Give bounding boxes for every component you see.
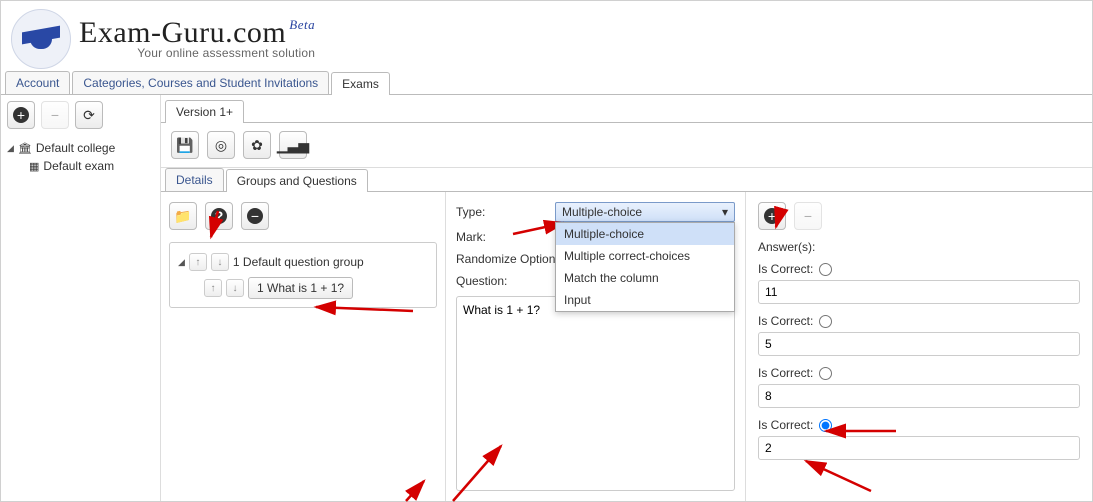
minus-icon: − <box>51 107 59 123</box>
inner-tabs: Details Groups and Questions <box>161 168 1092 192</box>
help-icon: ? <box>211 208 227 224</box>
answer-value-input[interactable] <box>758 280 1080 304</box>
tree-item-exam[interactable]: ▦ Default exam <box>29 157 154 175</box>
is-correct-label: Is Correct: <box>758 418 813 432</box>
tree-item-label: Default college <box>36 141 115 155</box>
type-option[interactable]: Match the column <box>556 267 734 289</box>
type-option[interactable]: Multiple-choice <box>556 223 734 245</box>
group-label: 1 Default question group <box>233 255 364 269</box>
brand-tagline: Your online assessment solution <box>79 46 315 60</box>
move-up-button[interactable]: ↑ <box>204 279 222 297</box>
answers-heading: Answer(s): <box>758 240 1080 254</box>
type-option[interactable]: Input <box>556 289 734 311</box>
tree-item-college[interactable]: ◢ 🏛 Default college <box>7 139 154 157</box>
answer-value-input[interactable] <box>758 384 1080 408</box>
brand-title: Exam-Guru.comBeta <box>79 18 315 48</box>
version-tabs: Version 1+ <box>161 99 1092 123</box>
badge-icon: ✿ <box>251 137 263 154</box>
answer-value-input[interactable] <box>758 332 1080 356</box>
grid-icon: ▦ <box>29 160 39 173</box>
move-up-button[interactable]: ↑ <box>189 253 207 271</box>
preview-button[interactable]: ◎ <box>207 131 235 159</box>
refresh-icon: ⟳ <box>83 107 95 124</box>
left-sidebar: + − ⟳ ◢ 🏛 Default college ▦ Default exam <box>1 95 161 501</box>
is-correct-label: Is Correct: <box>758 262 813 276</box>
is-correct-radio[interactable] <box>819 263 832 276</box>
type-dropdown[interactable]: Multiple-choice ▾ <box>555 202 735 222</box>
refresh-button[interactable]: ⟳ <box>75 101 103 129</box>
plus-icon: + <box>13 107 29 123</box>
main-tabs: Account Categories, Courses and Student … <box>1 71 1092 95</box>
chart-icon: ▁▃▅ <box>277 137 309 154</box>
minus-icon: − <box>247 208 263 224</box>
arrow-up-icon: ↑ <box>211 283 216 294</box>
plus-icon: + <box>764 208 780 224</box>
add-folder-button[interactable]: 📁 <box>169 202 197 230</box>
add-button[interactable]: + <box>7 101 35 129</box>
help-button[interactable]: ? <box>205 202 233 230</box>
move-down-button[interactable]: ↓ <box>226 279 244 297</box>
chevron-down-icon: ▾ <box>722 205 728 219</box>
answer-value-input[interactable] <box>758 436 1080 460</box>
is-correct-label: Is Correct: <box>758 366 813 380</box>
expand-icon: ◢ <box>178 257 185 268</box>
add-answer-button[interactable]: + <box>758 202 786 230</box>
arrow-up-icon: ↑ <box>195 257 200 268</box>
save-button[interactable]: 💾 <box>171 131 199 159</box>
save-icon: 💾 <box>176 137 193 154</box>
type-dropdown-value: Multiple-choice <box>562 205 642 219</box>
tab-exams[interactable]: Exams <box>331 72 390 95</box>
delete-button[interactable]: − <box>241 202 269 230</box>
logo-icon <box>11 9 71 69</box>
tab-categories[interactable]: Categories, Courses and Student Invitati… <box>72 71 329 94</box>
stats-button[interactable]: ▁▃▅ <box>279 131 307 159</box>
arrow-down-icon: ↓ <box>233 283 238 294</box>
is-correct-radio[interactable] <box>819 315 832 328</box>
type-option[interactable]: Multiple correct-choices <box>556 245 734 267</box>
institution-icon: 🏛 <box>18 142 32 155</box>
arrow-down-icon: ↓ <box>217 257 222 268</box>
move-down-button[interactable]: ↓ <box>211 253 229 271</box>
remove-answer-button: − <box>794 202 822 230</box>
expand-icon: ◢ <box>7 143 14 154</box>
folder-icon: 📁 <box>174 208 191 225</box>
exam-toolbar: 💾 ◎ ✿ ▁▃▅ <box>161 123 1092 168</box>
is-correct-radio[interactable] <box>819 367 832 380</box>
minus-icon: − <box>804 208 812 224</box>
question-node[interactable]: 1 What is 1 + 1? <box>248 277 353 299</box>
question-group-row[interactable]: ◢ ↑ ↓ 1 Default question group <box>178 251 428 273</box>
header: Exam-Guru.comBeta Your online assessment… <box>1 1 1092 71</box>
is-correct-radio[interactable] <box>819 419 832 432</box>
is-correct-label: Is Correct: <box>758 314 813 328</box>
question-text-input[interactable] <box>456 296 735 491</box>
question-properties-panel: Type: Multiple-choice ▾ Multiple-choice … <box>446 192 746 501</box>
remove-button: − <box>41 101 69 129</box>
target-icon: ◎ <box>215 137 227 154</box>
answers-panel: + − Answer(s): Is Correct: Is Correct: I… <box>746 192 1092 501</box>
groups-panel: 📁 ? − ◢ ↑ ↓ 1 Default question group ↑ ↓… <box>161 192 446 501</box>
tab-version[interactable]: Version 1+ <box>165 100 244 123</box>
answer-row: Is Correct: <box>758 418 1080 460</box>
tree-item-label: Default exam <box>43 159 114 173</box>
answer-row: Is Correct: <box>758 262 1080 304</box>
tab-details[interactable]: Details <box>165 168 224 191</box>
tab-account[interactable]: Account <box>5 71 70 94</box>
type-dropdown-list: Multiple-choice Multiple correct-choices… <box>555 222 735 312</box>
award-button[interactable]: ✿ <box>243 131 271 159</box>
type-label: Type: <box>456 205 549 219</box>
answer-row: Is Correct: <box>758 314 1080 356</box>
answer-row: Is Correct: <box>758 366 1080 408</box>
tab-groups-questions[interactable]: Groups and Questions <box>226 169 368 192</box>
